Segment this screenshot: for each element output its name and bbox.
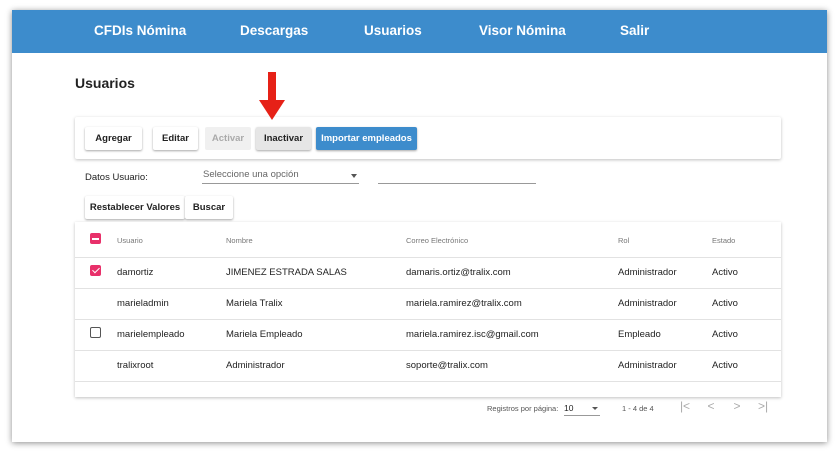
cell-correo: damaris.ortiz@tralix.com bbox=[406, 267, 511, 278]
nav-item-salir[interactable]: Salir bbox=[620, 23, 649, 38]
arrow-down-icon bbox=[259, 72, 285, 120]
cell-rol: Administrador bbox=[618, 298, 677, 309]
page-size-value: 10 bbox=[564, 403, 574, 413]
table-header-row: Usuario Nombre Correo Electrónico Rol Es… bbox=[75, 222, 781, 258]
buscar-button[interactable]: Buscar bbox=[185, 196, 233, 219]
first-page-icon[interactable]: |< bbox=[677, 399, 693, 413]
cell-nombre: JIMENEZ ESTRADA SALAS bbox=[226, 267, 347, 278]
column-header-usuario: Usuario bbox=[117, 236, 143, 245]
actions-toolbar: Agregar Editar Activar Inactivar Importa… bbox=[75, 117, 781, 159]
chevron-down-icon bbox=[592, 407, 598, 410]
row-checkbox[interactable] bbox=[90, 265, 101, 276]
cell-estado: Activo bbox=[712, 267, 738, 278]
table-row[interactable]: marieladmin Mariela Tralix mariela.ramir… bbox=[75, 289, 781, 320]
table-row[interactable]: damortiz JIMENEZ ESTRADA SALAS damaris.o… bbox=[75, 258, 781, 289]
cell-nombre: Mariela Tralix bbox=[226, 298, 283, 309]
cell-estado: Activo bbox=[712, 360, 738, 371]
users-table: Usuario Nombre Correo Electrónico Rol Es… bbox=[75, 222, 781, 397]
column-header-nombre: Nombre bbox=[226, 236, 253, 245]
nav-item-usuarios[interactable]: Usuarios bbox=[364, 23, 422, 38]
top-navbar: CFDIs Nómina Descargas Usuarios Visor Nó… bbox=[12, 10, 827, 53]
nav-item-descargas[interactable]: Descargas bbox=[240, 23, 308, 38]
cell-rol: Administrador bbox=[618, 267, 677, 278]
importar-empleados-button[interactable]: Importar empleados bbox=[316, 127, 417, 150]
datos-usuario-input[interactable] bbox=[378, 167, 536, 184]
cell-usuario: damortiz bbox=[117, 267, 154, 278]
cell-nombre: Mariela Empleado bbox=[226, 329, 303, 340]
restablecer-valores-button[interactable]: Restablecer Valores bbox=[85, 196, 185, 219]
page-range-label: 1 - 4 de 4 bbox=[622, 404, 654, 413]
select-placeholder: Seleccione una opción bbox=[203, 169, 299, 180]
cell-rol: Administrador bbox=[618, 360, 677, 371]
next-page-icon[interactable]: > bbox=[729, 399, 745, 413]
cell-correo: mariela.ramirez.isc@gmail.com bbox=[406, 329, 539, 340]
page-size-label: Registros por página: bbox=[487, 404, 559, 413]
cell-correo: mariela.ramirez@tralix.com bbox=[406, 298, 522, 309]
datos-usuario-select[interactable]: Seleccione una opción bbox=[202, 167, 359, 184]
cell-nombre: Administrador bbox=[226, 360, 285, 371]
chevron-down-icon bbox=[351, 174, 357, 178]
cell-estado: Activo bbox=[712, 329, 738, 340]
datos-usuario-label: Datos Usuario: bbox=[85, 172, 148, 183]
page-size-select[interactable]: 10 bbox=[564, 402, 600, 416]
column-header-rol: Rol bbox=[618, 236, 630, 245]
cell-rol: Empleado bbox=[618, 329, 661, 340]
column-header-correo: Correo Electrónico bbox=[406, 236, 469, 245]
row-checkbox[interactable] bbox=[90, 327, 101, 338]
activar-button[interactable]: Activar bbox=[205, 127, 251, 150]
select-all-checkbox[interactable] bbox=[90, 233, 101, 244]
cell-usuario: marielempleado bbox=[117, 329, 185, 340]
app-window: CFDIs Nómina Descargas Usuarios Visor Nó… bbox=[12, 10, 827, 442]
cell-correo: soporte@tralix.com bbox=[406, 360, 488, 371]
cell-usuario: tralixroot bbox=[117, 360, 154, 371]
table-row[interactable]: tralixroot Administrador soporte@tralix.… bbox=[75, 351, 781, 382]
cell-estado: Activo bbox=[712, 298, 738, 309]
inactivar-button[interactable]: Inactivar bbox=[256, 127, 311, 150]
prev-page-icon[interactable]: < bbox=[703, 399, 719, 413]
editar-button[interactable]: Editar bbox=[153, 127, 198, 150]
cell-usuario: marieladmin bbox=[117, 298, 169, 309]
last-page-icon[interactable]: >| bbox=[755, 399, 771, 413]
page-title: Usuarios bbox=[75, 75, 135, 91]
nav-item-cfdis-nomina[interactable]: CFDIs Nómina bbox=[94, 23, 186, 38]
agregar-button[interactable]: Agregar bbox=[85, 127, 142, 150]
table-row[interactable]: marielempleado Mariela Empleado mariela.… bbox=[75, 320, 781, 351]
column-header-estado: Estado bbox=[712, 236, 736, 245]
nav-item-visor-nomina[interactable]: Visor Nómina bbox=[479, 23, 566, 38]
table-paginator: Registros por página: 10 1 - 4 de 4 |< <… bbox=[12, 390, 827, 420]
